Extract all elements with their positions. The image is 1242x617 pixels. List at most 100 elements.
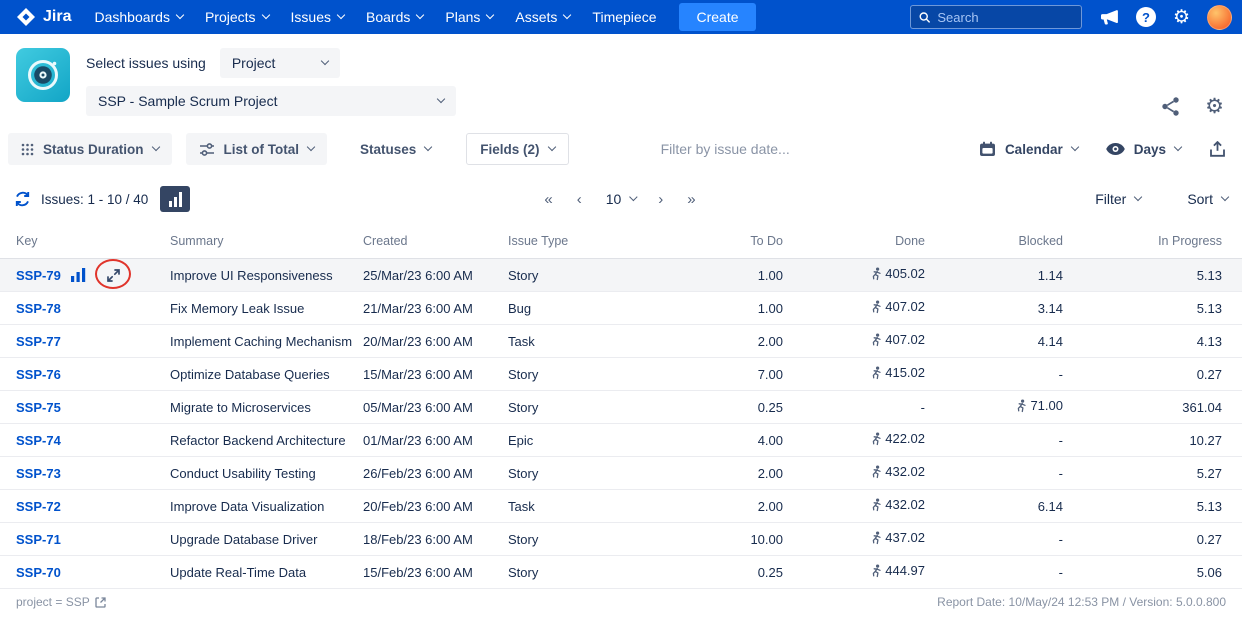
issue-summary: Refactor Backend Architecture <box>163 423 363 457</box>
user-avatar[interactable] <box>1207 4 1232 30</box>
in-progress-duration: 0.27 <box>1063 522 1242 556</box>
column-header-done[interactable]: Done <box>783 230 925 259</box>
prev-page-icon[interactable]: ‹ <box>577 192 584 207</box>
days-dropdown[interactable]: Days <box>1105 142 1183 157</box>
issue-key-link[interactable]: SSP-75 <box>16 400 61 415</box>
runner-icon <box>872 564 881 577</box>
in-progress-duration: 5.13 <box>1063 258 1242 292</box>
external-link-icon <box>95 596 106 608</box>
column-header-blocked[interactable]: Blocked <box>925 230 1063 259</box>
help-icon[interactable]: ? <box>1135 7 1156 27</box>
chevron-down-icon <box>486 10 495 20</box>
fields-label: Fields (2) <box>480 141 540 157</box>
column-header-todo[interactable]: To Do <box>608 230 783 259</box>
last-page-icon[interactable]: » <box>687 192 697 207</box>
list-of-total-dropdown[interactable]: List of Total <box>185 133 328 165</box>
chevron-down-icon <box>336 10 346 20</box>
table-row[interactable]: SSP-74 Refactor Backend Architecture 01/… <box>0 423 1242 457</box>
column-header-issue-type[interactable]: Issue Type <box>508 230 608 259</box>
issue-key-link[interactable]: SSP-79 <box>16 268 61 283</box>
column-header-summary[interactable]: Summary <box>163 230 363 259</box>
filter-dropdown[interactable]: Filter <box>1095 191 1143 207</box>
issue-key-link[interactable]: SSP-74 <box>16 433 61 448</box>
export-icon[interactable] <box>1209 140 1226 158</box>
next-page-icon[interactable]: › <box>658 192 665 207</box>
table-row[interactable]: SSP-73 Conduct Usability Testing 26/Feb/… <box>0 456 1242 490</box>
project-select-value: SSP - Sample Scrum Project <box>98 93 278 109</box>
table-row[interactable]: SSP-72 Improve Data Visualization 20/Feb… <box>0 489 1242 523</box>
page-size-select[interactable]: 10 <box>605 191 638 207</box>
jira-logo[interactable]: Jira <box>10 7 83 27</box>
issue-key-link[interactable]: SSP-77 <box>16 334 61 349</box>
page-size-value: 10 <box>605 191 622 207</box>
refresh-icon[interactable] <box>14 191 31 207</box>
nav-item-assets[interactable]: Assets <box>504 0 581 34</box>
nav-item-label: Plans <box>445 9 481 25</box>
issue-key-link[interactable]: SSP-71 <box>16 532 61 547</box>
nav-item-issues[interactable]: Issues <box>280 0 355 34</box>
jql-link[interactable]: project = SSP <box>16 595 106 609</box>
settings-icon[interactable]: ⚙ <box>1173 8 1190 27</box>
nav-item-timepiece[interactable]: Timepiece <box>581 0 667 34</box>
nav-item-dashboards[interactable]: Dashboards <box>83 0 194 34</box>
blocked-duration: - <box>925 456 1063 490</box>
column-header-in-progress[interactable]: In Progress <box>1063 230 1242 259</box>
table-row[interactable]: SSP-70 Update Real-Time Data 15/Feb/23 6… <box>0 555 1242 589</box>
blocked-duration: 6.14 <box>925 489 1063 523</box>
gadget-header: Select issues using Project SSP - Sample… <box>0 34 1242 130</box>
report-toolbar: Status Duration List of Total Statuses F… <box>0 132 1242 166</box>
nav-item-projects[interactable]: Projects <box>194 0 280 34</box>
todo-duration: 2.00 <box>608 324 783 358</box>
runner-icon <box>872 531 881 544</box>
issue-key-link[interactable]: SSP-70 <box>16 565 61 580</box>
table-row[interactable]: SSP-77 Implement Caching Mechanism 20/Ma… <box>0 324 1242 358</box>
nav-item-boards[interactable]: Boards <box>355 0 434 34</box>
chevron-down-icon <box>547 142 556 152</box>
done-duration: - <box>783 390 925 424</box>
issue-key-link[interactable]: SSP-76 <box>16 367 61 382</box>
table-row[interactable]: SSP-76 Optimize Database Queries 15/Mar/… <box>0 357 1242 391</box>
issue-date-filter-input[interactable]: Filter by issue date... <box>661 141 790 157</box>
nav-menu: Dashboards Projects Issues Boards Plans Asset… <box>83 0 667 34</box>
global-search[interactable] <box>909 5 1082 29</box>
chart-view-button[interactable] <box>160 186 191 212</box>
column-header-created[interactable]: Created <box>363 230 508 259</box>
sort-dropdown[interactable]: Sort <box>1187 191 1230 207</box>
done-duration: 415.02 <box>783 357 925 391</box>
issue-source-mode-select[interactable]: Project <box>219 48 340 78</box>
calendar-dropdown[interactable]: Calendar <box>979 141 1079 157</box>
expand-row-button[interactable] <box>95 258 131 289</box>
gadget-settings-icon[interactable]: ⚙ <box>1205 96 1224 117</box>
blocked-duration: 71.00 <box>925 390 1063 424</box>
fields-dropdown[interactable]: Fields (2) <box>466 133 569 165</box>
issue-key-link[interactable]: SSP-78 <box>16 301 61 316</box>
done-duration: 407.02 <box>783 324 925 358</box>
row-hover-actions <box>71 258 163 289</box>
column-header-key[interactable]: Key <box>0 230 71 259</box>
announcement-icon[interactable] <box>1099 9 1119 26</box>
status-duration-dropdown[interactable]: Status Duration <box>8 133 172 165</box>
create-button[interactable]: Create <box>679 3 756 31</box>
report-footer: project = SSP Report Date: 10/May/24 12:… <box>0 591 1242 613</box>
chevron-down-icon <box>629 192 638 202</box>
search-input[interactable] <box>937 9 1073 25</box>
table-row[interactable]: SSP-78 Fix Memory Leak Issue 21/Mar/23 6… <box>0 291 1242 325</box>
table-row[interactable]: SSP-75 Migrate to Microservices 05/Mar/2… <box>0 390 1242 424</box>
nav-item-label: Dashboards <box>94 9 170 25</box>
first-page-icon[interactable]: « <box>544 192 554 207</box>
share-icon[interactable] <box>1160 96 1181 117</box>
issue-key-link[interactable]: SSP-73 <box>16 466 61 481</box>
done-duration: 444.97 <box>783 555 925 589</box>
chevron-down-icon <box>1134 192 1143 202</box>
table-row[interactable]: SSP-71 Upgrade Database Driver 18/Feb/23… <box>0 522 1242 556</box>
statuses-dropdown[interactable]: Statuses <box>347 133 444 165</box>
issue-type: Task <box>508 489 608 523</box>
table-row[interactable]: SSP-79 Improve UI Responsiveness 25/Mar/… <box>0 258 1242 292</box>
calendar-label: Calendar <box>1004 141 1063 157</box>
chevron-down-icon <box>563 10 572 20</box>
blocked-duration: - <box>925 555 1063 589</box>
issue-key-link[interactable]: SSP-72 <box>16 499 61 514</box>
project-select[interactable]: SSP - Sample Scrum Project <box>86 86 456 116</box>
row-chart-button[interactable] <box>71 268 88 282</box>
nav-item-plans[interactable]: Plans <box>434 0 504 34</box>
